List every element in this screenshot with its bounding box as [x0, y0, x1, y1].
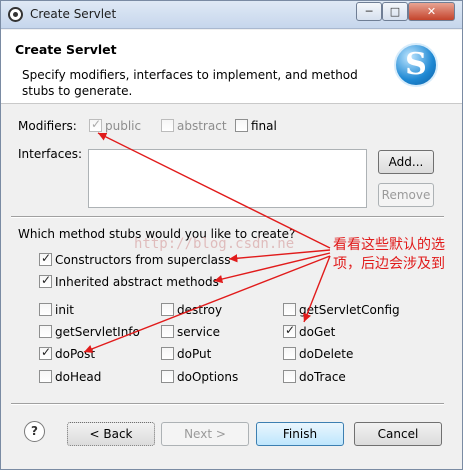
arrow-to-inherited: [213, 252, 331, 284]
arrow-to-public: [97, 132, 331, 249]
annotation-arrows: [83, 132, 331, 353]
arrow-to-dopost: [83, 255, 331, 353]
arrow-to-doget: [303, 255, 331, 323]
arrow-to-constructors: [228, 249, 331, 263]
